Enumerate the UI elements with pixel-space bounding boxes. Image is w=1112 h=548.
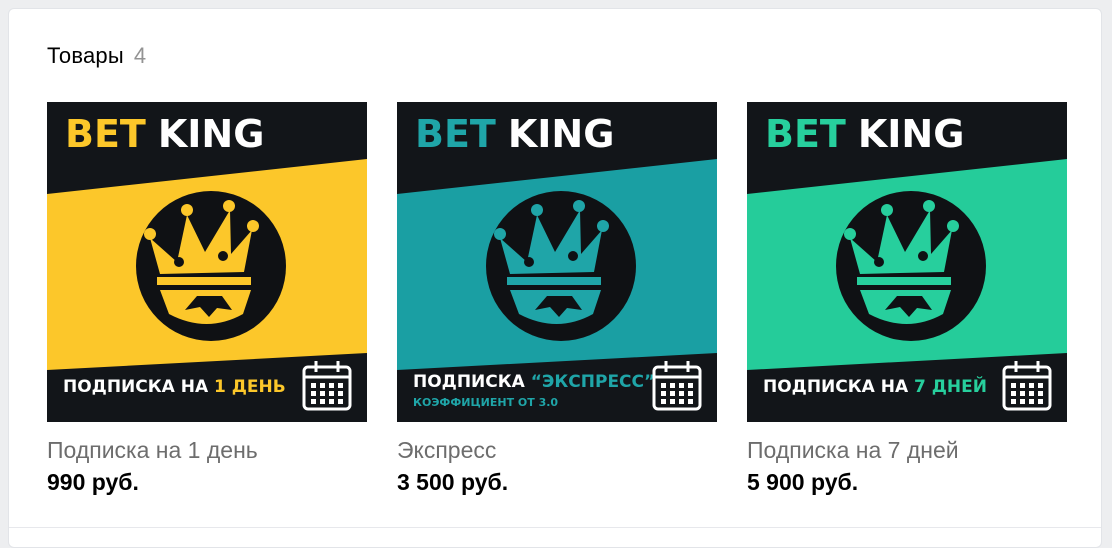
products-block: Товары 4 BET KING ПОДПИСКА НА 1 ДЕНЬ Подпис…	[8, 8, 1102, 548]
crown-icon	[486, 191, 636, 341]
product-card[interactable]: BET KING ПОДПИСКА “ЭКСПРЕСС” КОЭФФИЦИЕНТ ОТ…	[397, 102, 717, 497]
product-price: 990 руб.	[47, 469, 139, 495]
product-banner: BET KING ПОДПИСКА НА 7 ДНЕЙ	[747, 102, 1067, 422]
product-banner: BET KING ПОДПИСКА “ЭКСПРЕСС” КОЭФФИЦИЕНТ ОТ…	[397, 102, 717, 422]
banner-subcaption: КОЭФФИЦИЕНТ ОТ 3.0	[413, 396, 558, 409]
product-name[interactable]: Экспресс	[397, 436, 717, 464]
brand-logo-text: BET KING	[65, 112, 264, 156]
divider	[9, 527, 1101, 528]
product-price: 3 500 руб.	[397, 469, 509, 495]
crown-icon	[836, 191, 986, 341]
product-image[interactable]: BET KING ПОДПИСКА НА 1 ДЕНЬ	[47, 102, 367, 422]
section-header[interactable]: Товары 4	[47, 43, 146, 69]
product-price: 5 900 руб.	[747, 469, 859, 495]
banner-caption: ПОДПИСКА “ЭКСПРЕСС”	[413, 372, 655, 392]
product-card[interactable]: BET KING ПОДПИСКА НА 7 ДНЕЙ Подписка на 7 …	[747, 102, 1067, 497]
brand-logo-text: BET KING	[415, 112, 614, 156]
section-count: 4	[133, 43, 147, 68]
product-name[interactable]: Подписка на 7 дней	[747, 436, 1067, 464]
banner-caption: ПОДПИСКА НА 1 ДЕНЬ	[63, 377, 286, 397]
product-name[interactable]: Подписка на 1 день	[47, 436, 367, 464]
crown-icon	[136, 191, 286, 341]
banner-caption: ПОДПИСКА НА 7 ДНЕЙ	[763, 375, 987, 397]
product-banner: BET KING ПОДПИСКА НА 1 ДЕНЬ	[47, 102, 367, 422]
product-image[interactable]: BET KING ПОДПИСКА “ЭКСПРЕСС” КОЭФФИЦИЕНТ ОТ…	[397, 102, 717, 422]
product-card[interactable]: BET KING ПОДПИСКА НА 1 ДЕНЬ Подписка на 1 …	[47, 102, 367, 497]
product-image[interactable]: BET KING ПОДПИСКА НА 7 ДНЕЙ	[747, 102, 1067, 422]
brand-logo-text: BET KING	[765, 112, 964, 156]
section-title: Товары	[47, 43, 124, 68]
